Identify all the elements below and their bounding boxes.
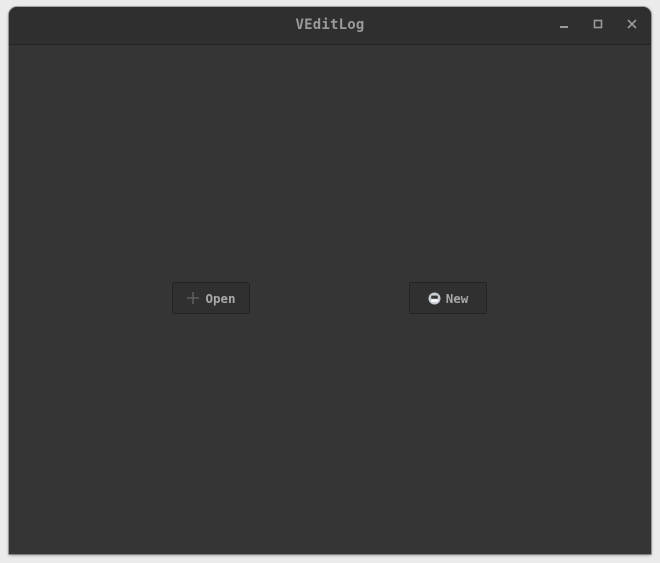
window-title: VEditLog [295,17,365,33]
close-button[interactable] [624,16,640,32]
save-icon [428,292,441,305]
title-bar[interactable]: VEditLog [9,7,651,45]
main-content: Open New [9,45,651,554]
plus-icon [186,291,200,305]
app-window: VEditLog Open New [9,7,651,554]
maximize-icon [593,19,603,29]
new-button-label: New [445,290,469,306]
maximize-button[interactable] [590,16,606,32]
open-button-label: Open [205,290,236,306]
new-button[interactable]: New [409,282,487,314]
minimize-button[interactable] [556,16,572,32]
minimize-icon [560,26,568,28]
open-button[interactable]: Open [172,282,250,314]
close-icon [627,19,637,29]
